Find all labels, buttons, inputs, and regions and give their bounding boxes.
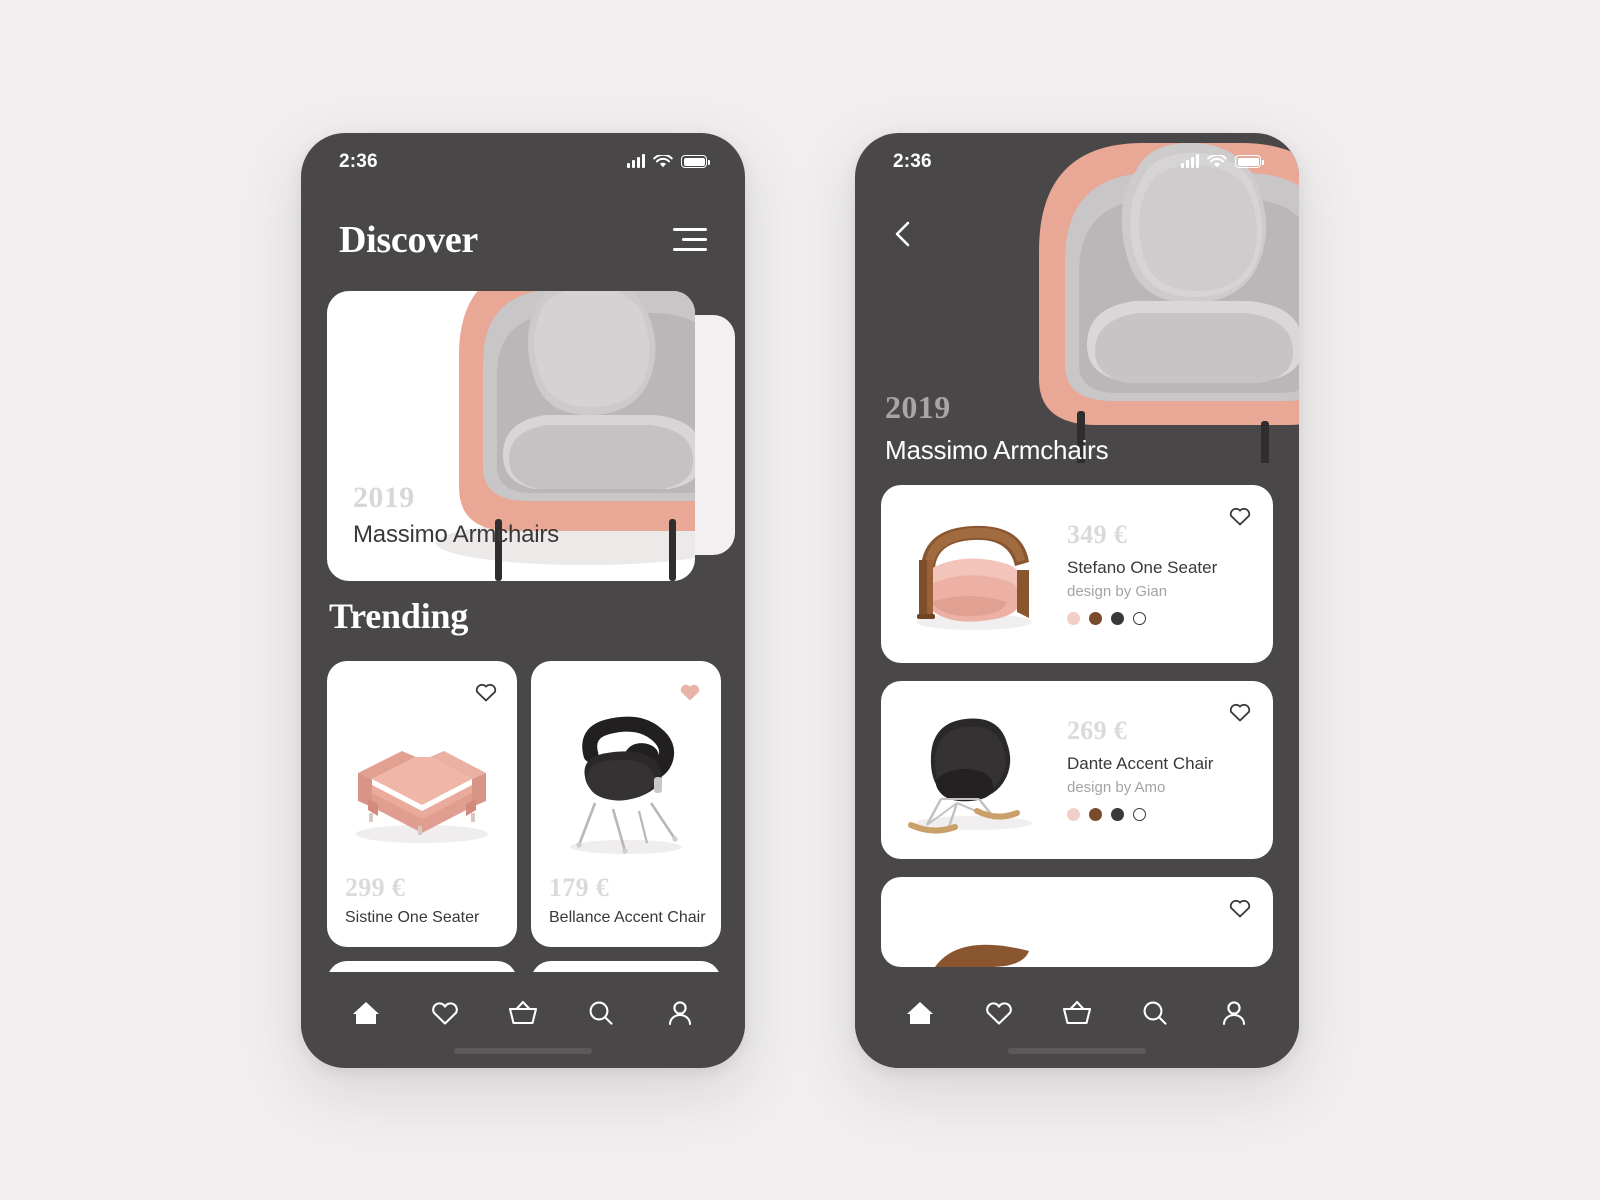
search-icon (1143, 1001, 1167, 1025)
home-icon (907, 1001, 934, 1024)
product-info: 349 € Stefano One Seater design by Gian (1067, 522, 1273, 625)
product-designer: design by Amo (1067, 779, 1166, 796)
status-bar: 2:36 (301, 133, 745, 191)
status-time: 2:36 (893, 150, 932, 172)
rocking-chair-image (908, 718, 1032, 833)
home-icon (353, 1001, 380, 1024)
discover-screen: 2:36 Discover 2019 Massimo Armchairs Tre… (301, 133, 745, 1068)
product-name: Bellance Accent Chair (549, 908, 706, 926)
discover-topbar: Discover (301, 209, 745, 271)
product-price: 299 € (345, 872, 405, 902)
product-card[interactable]: 299 € Sistine One Seater (327, 660, 517, 947)
chevron-left-icon (895, 221, 910, 246)
nav-favorites[interactable] (422, 990, 468, 1036)
status-time: 2:36 (339, 150, 378, 172)
product-info: 299 € Sistine One Seater (345, 872, 480, 927)
swatch-dark[interactable] (1111, 808, 1124, 821)
heart-outline-icon[interactable] (473, 679, 499, 703)
product-name: Stefano One Seater (1067, 558, 1218, 577)
detail-screen: 2:36 2019 Massimo Armchairs 349 € Stefan… (855, 133, 1299, 1068)
battery-icon (1235, 155, 1264, 168)
trending-grid: 299 € Sistine One Seater 179 € Bellance … (327, 660, 721, 947)
product-image (531, 701, 721, 871)
swatch-white[interactable] (1133, 808, 1146, 821)
hero-carousel[interactable]: 2019 Massimo Armchairs (327, 290, 735, 581)
basket-icon (1062, 1000, 1092, 1024)
swatch-brown[interactable] (1089, 808, 1102, 821)
status-bar: 2:36 (855, 133, 1299, 191)
mockup-stage: 2:36 Discover 2019 Massimo Armchairs Tre… (0, 0, 1600, 1200)
swatch-dark[interactable] (1111, 612, 1124, 625)
color-swatches (1067, 612, 1257, 625)
cellular-signal-icon (627, 154, 645, 168)
search-icon (589, 1001, 613, 1025)
product-card[interactable]: 179 € Bellance Accent Chair (531, 660, 721, 947)
product-card[interactable] (881, 876, 1273, 967)
swatch-white[interactable] (1133, 612, 1146, 625)
product-designer: design by Gian (1067, 583, 1168, 600)
phone-detail: 2:36 2019 Massimo Armchairs 349 € Stefan… (855, 132, 1299, 1068)
pink-sofa-image (356, 750, 488, 843)
nav-search[interactable] (1132, 990, 1178, 1036)
wooden-chair-image (916, 525, 1032, 630)
product-image (327, 701, 517, 871)
nav-home[interactable] (897, 990, 943, 1036)
heart-icon (985, 1001, 1012, 1025)
section-title-trending: Trending (329, 595, 469, 636)
home-indicator (1008, 1047, 1146, 1054)
swatch-pink[interactable] (1067, 808, 1080, 821)
heart-icon (431, 1001, 458, 1025)
heart-filled-icon[interactable] (677, 679, 703, 703)
nav-basket[interactable] (1054, 990, 1100, 1036)
nav-profile[interactable] (657, 990, 703, 1036)
detail-year: 2019 (885, 388, 951, 425)
heart-outline-icon[interactable] (1227, 699, 1253, 723)
product-image (881, 485, 1067, 663)
status-icons (1181, 154, 1264, 169)
hero-title: Massimo Armchairs (353, 520, 559, 548)
hamburger-menu-icon[interactable] (673, 228, 707, 251)
back-button[interactable] (889, 219, 919, 249)
phone-discover: 2:36 Discover 2019 Massimo Armchairs Tre… (301, 132, 745, 1068)
swatch-pink[interactable] (1067, 612, 1080, 625)
detail-product-list: 349 € Stefano One Seater design by Gian (881, 484, 1273, 967)
battery-icon (681, 155, 710, 168)
heart-outline-icon[interactable] (1227, 503, 1253, 527)
nav-profile[interactable] (1211, 990, 1257, 1036)
user-icon (668, 1000, 691, 1025)
detail-title: Massimo Armchairs (885, 434, 1109, 465)
detail-caption: 2019 Massimo Armchairs (885, 388, 1109, 466)
product-card[interactable]: 349 € Stefano One Seater design by Gian (881, 484, 1273, 663)
hero-year: 2019 (353, 480, 415, 514)
status-icons (627, 154, 710, 169)
product-image-partial (935, 944, 1029, 967)
page-title: Discover (339, 218, 478, 261)
product-name: Sistine One Seater (345, 908, 480, 926)
color-swatches (1067, 808, 1257, 821)
user-icon (1222, 1000, 1245, 1025)
nav-home[interactable] (343, 990, 389, 1036)
wifi-icon (653, 154, 673, 167)
product-info: 179 € Bellance Accent Chair (549, 872, 706, 927)
wifi-icon (1207, 154, 1227, 167)
product-name: Dante Accent Chair (1067, 754, 1214, 773)
hero-caption: 2019 Massimo Armchairs (353, 480, 559, 549)
product-info: 269 € Dante Accent Chair design by Amo (1067, 718, 1273, 821)
black-chair-image (570, 716, 682, 854)
swatch-brown[interactable] (1089, 612, 1102, 625)
nav-search[interactable] (578, 990, 624, 1036)
nav-favorites[interactable] (976, 990, 1022, 1036)
home-indicator (454, 1047, 592, 1054)
product-price: 179 € (549, 872, 609, 902)
cellular-signal-icon (1181, 154, 1199, 168)
hero-card[interactable]: 2019 Massimo Armchairs (327, 290, 695, 581)
basket-icon (508, 1000, 538, 1024)
heart-outline-icon[interactable] (1227, 895, 1253, 919)
product-card[interactable]: 269 € Dante Accent Chair design by Amo (881, 680, 1273, 859)
product-image (881, 681, 1067, 859)
nav-basket[interactable] (500, 990, 546, 1036)
